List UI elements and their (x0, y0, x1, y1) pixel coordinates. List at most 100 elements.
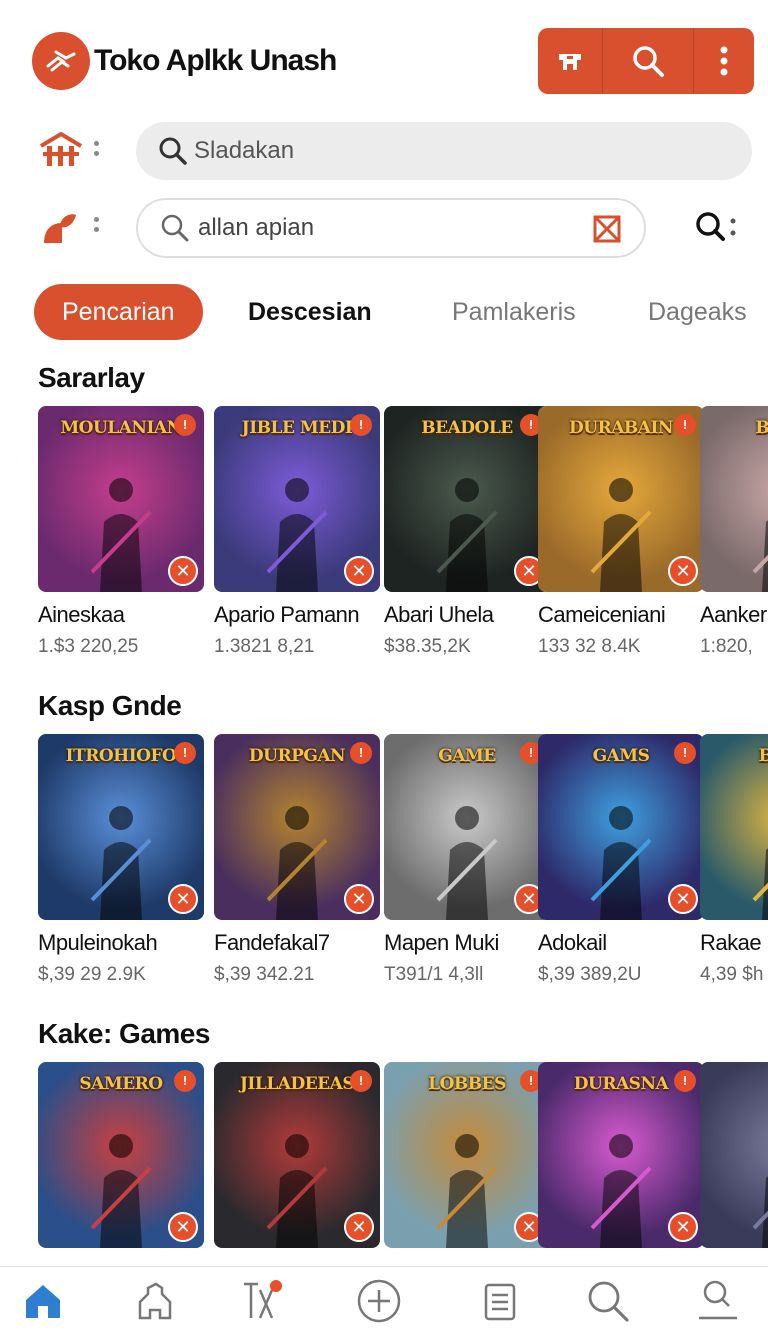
character-figure (266, 1134, 328, 1248)
game-card[interactable]: SAMERO! ✕ (38, 1062, 204, 1258)
game-thumbnail[interactable]: DURASNA! ✕ (538, 1062, 704, 1248)
game-thumbnail[interactable]: DURABAIN! ✕ (538, 406, 704, 592)
tab-pencarian[interactable]: Pencarian (34, 284, 203, 340)
game-name: Apario Pamann (214, 602, 360, 627)
game-name: Rakae (700, 930, 762, 955)
game-card[interactable]: GAMS! ✕ Adokail $,39 389,2U (538, 734, 704, 986)
section-title: Sararlay (38, 362, 145, 393)
puzzle-icon (138, 1282, 172, 1320)
game-name: Aanker (700, 602, 767, 627)
game-thumbnail[interactable]: GAME! ✕ (384, 734, 550, 920)
hand-leaf-icon (46, 50, 76, 72)
card-row: MOULANIAN! ✕ Aineskaa 1.$3 220,25 JIBLE MEDI… (38, 406, 768, 686)
more-vert-icon (720, 46, 728, 76)
game-thumbnail[interactable]: GAMS! ✕ (538, 734, 704, 920)
game-card[interactable]: DURABAIN! ✕ Cameiceniani 133 32 8.4K (538, 406, 704, 658)
nav-add[interactable] (355, 1277, 403, 1325)
nav-profile[interactable] (694, 1277, 742, 1325)
search-placeholder: Sladakan (194, 137, 295, 164)
remove-icon[interactable]: ✕ (168, 1212, 198, 1242)
game-card[interactable]: GAME! ✕ Mapen Muki T391/1 4,3ll (384, 734, 550, 986)
badge-icon: ! (674, 414, 696, 436)
game-card[interactable]: BBNE Aanker 1:820, (700, 406, 768, 658)
game-price: $,39 342.21 (214, 964, 315, 985)
badge-icon: ! (674, 1070, 696, 1092)
badge-icon: ! (350, 414, 372, 436)
game-card[interactable]: LOBBES! ✕ (384, 1062, 550, 1258)
close-box-icon[interactable] (592, 214, 622, 249)
nav-tools[interactable] (237, 1277, 285, 1325)
game-price: 133 32 8.4K (538, 636, 641, 657)
tab-dageaks[interactable]: Dageaks (648, 284, 747, 340)
remove-icon[interactable]: ✕ (344, 884, 374, 914)
badge-icon: ! (174, 742, 196, 764)
game-card[interactable]: MOULANIAN! ✕ Aineskaa 1.$3 220,25 (38, 406, 204, 658)
nav-search[interactable] (584, 1277, 632, 1325)
game-thumbnail[interactable]: LOBBES! ✕ (384, 1062, 550, 1248)
section-title: Kake: Games (38, 1018, 210, 1049)
game-card[interactable]: JILLADEEAS! ✕ (214, 1062, 380, 1258)
game-price: 1:820, (700, 636, 753, 657)
badge-icon: ! (350, 742, 372, 764)
game-thumbnail[interactable]: MOULANIAN! ✕ (38, 406, 204, 592)
badge-icon: ! (350, 1070, 372, 1092)
more-button[interactable] (694, 28, 754, 94)
tools-icon (244, 1280, 282, 1319)
remove-icon[interactable]: ✕ (344, 1212, 374, 1242)
game-card[interactable]: BEADOLE! ✕ Abari Uhela $38.35,2K (384, 406, 550, 658)
card-row: ITROHIOFO! ✕ Mpuleinokah $,39 29 2.9K DURPGA… (38, 734, 768, 1014)
game-thumbnail[interactable] (700, 1062, 768, 1248)
character-figure (590, 478, 652, 592)
game-card[interactable]: DURASNA! ✕ (538, 1062, 704, 1258)
game-name: Fandefakal7 (214, 930, 330, 955)
game-card[interactable]: ITROHIOFO! ✕ Mpuleinokah $,39 29 2.9K (38, 734, 204, 986)
tab-descesian[interactable]: Descesian (248, 284, 372, 340)
store-button[interactable] (538, 28, 602, 94)
character-figure (436, 1134, 498, 1248)
game-thumbnail[interactable]: JILLADEEAS! ✕ (214, 1062, 380, 1248)
character-figure (90, 478, 152, 592)
row-menu-dots[interactable] (94, 212, 100, 237)
leaf-icon[interactable] (40, 210, 80, 246)
search-icon (633, 46, 664, 77)
game-card[interactable]: JIBLE MEDI! ✕ Apario Pamann 1.3821 8,21 (214, 406, 380, 658)
character-figure (590, 1134, 652, 1248)
character-figure (266, 478, 328, 592)
game-name: Mpuleinokah (38, 930, 158, 955)
game-card[interactable] (700, 1062, 768, 1258)
game-thumbnail[interactable]: DURPGAN! ✕ (214, 734, 380, 920)
search-button[interactable] (603, 28, 693, 94)
nav-library[interactable] (476, 1277, 524, 1325)
remove-icon[interactable]: ✕ (344, 556, 374, 586)
game-thumbnail[interactable]: BBNE (700, 406, 768, 592)
add-circle-icon (357, 1279, 401, 1323)
nav-home[interactable] (19, 1277, 67, 1325)
game-thumbnail[interactable]: BEIN (700, 734, 768, 920)
search-bar-secondary[interactable]: allan apian (136, 198, 646, 258)
game-price: 1.3821 8,21 (214, 636, 315, 657)
remove-icon[interactable]: ✕ (668, 1212, 698, 1242)
search-options-button[interactable] (692, 208, 740, 248)
row-menu-dots[interactable] (94, 136, 100, 161)
app-logo[interactable] (32, 32, 90, 90)
game-name: Abari Uhela (384, 602, 494, 627)
game-thumbnail[interactable]: JIBLE MEDI! ✕ (214, 406, 380, 592)
game-card[interactable]: DURPGAN! ✕ Fandefakal7 $,39 342.21 (214, 734, 380, 986)
tab-pamlakeris[interactable]: Pamlakeris (452, 284, 576, 340)
remove-icon[interactable]: ✕ (168, 884, 198, 914)
bottom-navigation (0, 1266, 768, 1344)
nav-games[interactable] (131, 1277, 179, 1325)
game-thumbnail[interactable]: ITROHIOFO! ✕ (38, 734, 204, 920)
game-thumbnail[interactable]: SAMERO! ✕ (38, 1062, 204, 1248)
remove-icon[interactable]: ✕ (168, 556, 198, 586)
remove-icon[interactable]: ✕ (668, 556, 698, 586)
store-icon (559, 54, 581, 70)
home-icon[interactable] (38, 130, 84, 170)
search-bar-primary[interactable]: Sladakan (136, 122, 752, 180)
remove-icon[interactable]: ✕ (668, 884, 698, 914)
app-header: Toko Aplkk Unash (0, 0, 768, 120)
game-price: $,39 29 2.9K (38, 964, 146, 985)
home-icon (26, 1285, 60, 1318)
game-card[interactable]: BEIN Rakae 4,39 $h (700, 734, 768, 986)
game-thumbnail[interactable]: BEADOLE! ✕ (384, 406, 550, 592)
